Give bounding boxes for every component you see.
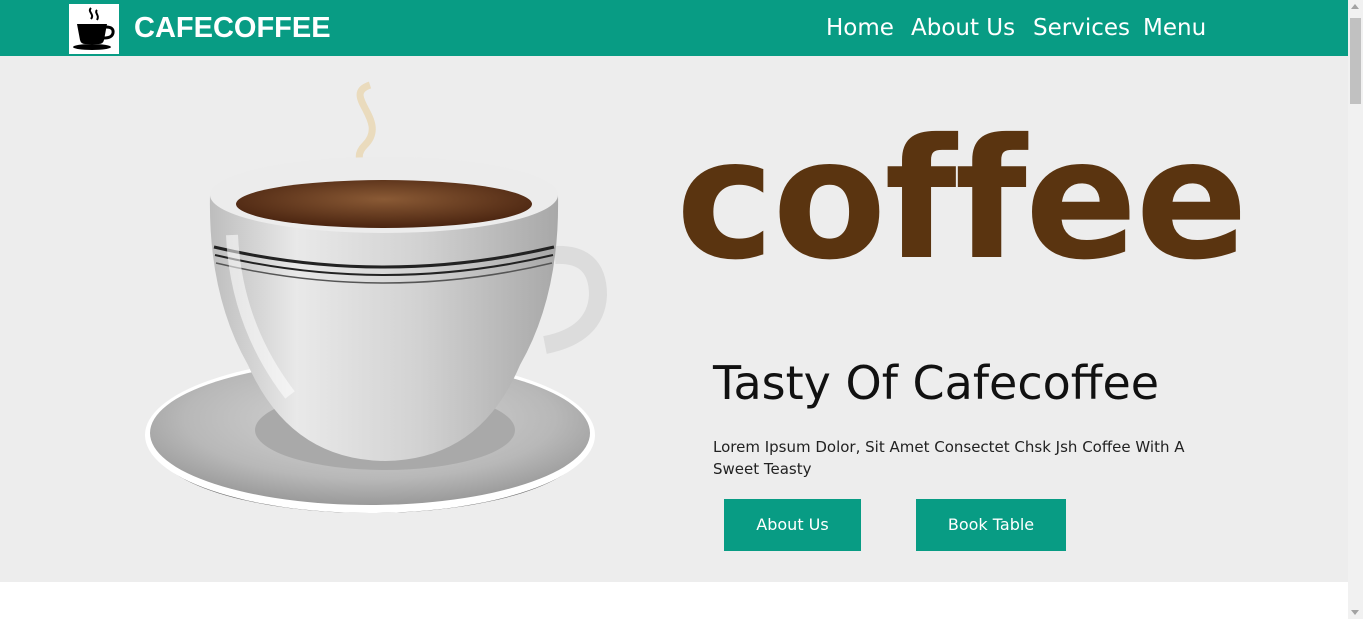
top-navbar: CAFECOFFEE Home About Us Services Menu xyxy=(0,0,1348,56)
coffee-cup-image xyxy=(145,81,608,513)
hero-description: Lorem Ipsum Dolor, Sit Amet Consectet Ch… xyxy=(713,438,1185,478)
book-table-button[interactable]: Book Table xyxy=(916,499,1066,551)
scroll-down-arrow-icon[interactable] xyxy=(1351,610,1359,615)
scroll-thumb[interactable] xyxy=(1350,18,1361,104)
brand-name[interactable]: CAFECOFFEE xyxy=(134,10,331,46)
coffee-cup-icon xyxy=(73,7,115,50)
logo[interactable] xyxy=(69,4,119,54)
nav-about-link[interactable]: About Us xyxy=(911,12,1015,44)
scroll-up-arrow-icon[interactable] xyxy=(1351,4,1359,9)
nav-menu-link[interactable]: Menu xyxy=(1143,12,1206,44)
hero-big-word: coffee xyxy=(676,104,1248,297)
hero-tagline: Tasty Of Cafecoffee xyxy=(713,356,1160,410)
nav-services-link[interactable]: Services xyxy=(1033,12,1130,44)
about-us-button[interactable]: About Us xyxy=(724,499,861,551)
vertical-scrollbar[interactable] xyxy=(1348,0,1363,619)
nav-home-link[interactable]: Home xyxy=(826,12,894,44)
